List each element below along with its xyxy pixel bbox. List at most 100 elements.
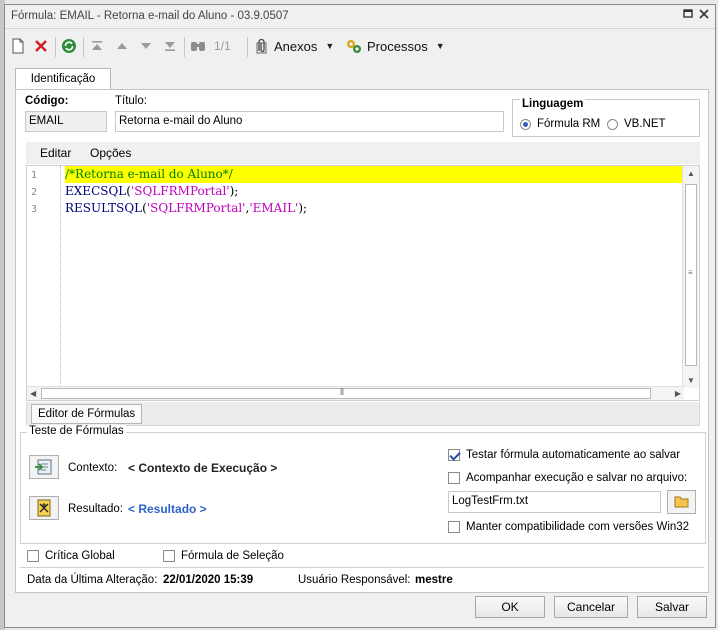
compat-win32-label: Manter compatibilidade com versões Win32	[466, 521, 690, 533]
code-string: 'EMAIL'	[249, 201, 299, 215]
calculator-icon	[37, 499, 51, 517]
formula-test-group: Teste de Fórmulas Contexto: < Contexto d…	[20, 425, 706, 544]
processes-label: Processos	[367, 38, 428, 54]
line-number: 3	[31, 204, 38, 215]
checkbox-icon	[27, 550, 39, 562]
code-function: EXECSQL	[65, 184, 127, 198]
tab-formula-editor[interactable]: Editor de Fórmulas	[31, 404, 143, 424]
scroll-right-icon[interactable]: ▶	[675, 389, 681, 398]
grip-icon: ≡	[688, 268, 693, 277]
attachment-icon	[256, 38, 267, 54]
auto-test-checkbox[interactable]: Testar fórmula automaticamente ao salvar	[448, 449, 680, 461]
search-icon[interactable]	[190, 37, 206, 55]
line-number: 1	[31, 170, 38, 181]
auto-test-label: Testar fórmula automaticamente ao salvar	[466, 449, 681, 461]
result-label: Resultado:	[68, 503, 123, 515]
line-number-gutter: 1 2 3	[27, 166, 61, 388]
code-line-1: /*Retorna e-mail do Aluno*/	[65, 166, 683, 183]
selection-formula-checkbox[interactable]: Fórmula de Seleção	[163, 550, 284, 562]
context-label: Contexto:	[68, 462, 118, 474]
processes-menu[interactable]: Processos ▼	[345, 37, 445, 55]
radio-formula-rm-label: Fórmula RM	[537, 118, 601, 130]
context-link[interactable]: < Contexto de Execução >	[128, 461, 277, 475]
title-label: Título:	[115, 95, 147, 107]
new-document-icon[interactable]	[11, 37, 25, 55]
result-link[interactable]: < Resultado >	[128, 502, 207, 516]
toolbar-separator	[55, 37, 56, 57]
compat-win32-checkbox[interactable]: Manter compatibilidade com versões Win32	[448, 521, 689, 533]
close-icon[interactable]	[697, 9, 711, 23]
code-function: RESULTSQL	[65, 201, 143, 215]
code-editor[interactable]: 1 2 3 /*Retorna e-mail do Aluno*/ EXECSQ…	[26, 165, 700, 401]
identification-panel: Código: EMAIL Título: Retorna e-mail do …	[15, 89, 709, 593]
critical-global-checkbox[interactable]: Crítica Global	[27, 550, 115, 562]
save-button[interactable]: Salvar	[637, 596, 707, 618]
formula-dialog: Fórmula: EMAIL - Retorna e-mail do Aluno…	[4, 4, 716, 628]
menu-options[interactable]: Opções	[90, 146, 131, 160]
critical-global-label: Crítica Global	[45, 550, 115, 562]
toolbar-separator	[83, 37, 84, 57]
toolbar-separator	[247, 37, 248, 57]
next-record-icon[interactable]	[140, 37, 152, 55]
code-punct: );	[298, 201, 308, 215]
code-line-2: EXECSQL('SQLFRMPortal');	[65, 183, 238, 200]
context-button[interactable]	[29, 455, 59, 479]
horizontal-scroll-thumb[interactable]: ⦀	[41, 387, 651, 399]
radio-icon	[520, 118, 531, 130]
checkbox-icon	[448, 472, 460, 484]
last-change-value: 22/01/2020 15:39	[163, 574, 254, 586]
menu-edit[interactable]: Editar	[40, 146, 71, 160]
language-label: Linguagem	[520, 98, 586, 110]
editor-tab-strip: Editor de Fórmulas	[26, 402, 700, 426]
code-punct: );	[229, 184, 239, 198]
checkbox-icon	[163, 550, 175, 562]
radio-formula-rm[interactable]: Fórmula RM	[520, 118, 600, 130]
context-icon	[35, 459, 52, 475]
radio-vbnet-label: VB.NET	[624, 118, 666, 130]
previous-record-icon[interactable]	[116, 37, 128, 55]
toolbar: 1/1 Anexos ▼ Processos ▼	[5, 31, 715, 61]
follow-execution-label: Acompanhar execução e salvar no arquivo:	[466, 472, 688, 484]
window-title: Fórmula: EMAIL - Retorna e-mail do Aluno…	[11, 10, 289, 22]
horizontal-scrollbar[interactable]: ◀ ⦀ ▶	[27, 386, 684, 400]
code-comment: /*Retorna e-mail do Aluno*/	[65, 167, 233, 181]
delete-icon[interactable]	[34, 37, 48, 55]
cancel-button[interactable]: Cancelar	[554, 596, 628, 618]
tab-strip: Identificação	[15, 68, 709, 90]
title-field[interactable]: Retorna e-mail do Aluno	[115, 111, 504, 132]
maximize-icon[interactable]	[681, 9, 695, 23]
first-record-icon[interactable]	[91, 37, 103, 55]
vertical-scroll-thumb[interactable]: ≡	[685, 184, 697, 366]
responsible-user-value: mestre	[415, 574, 453, 586]
checkbox-icon	[448, 521, 460, 533]
refresh-icon[interactable]	[61, 37, 77, 55]
follow-execution-checkbox[interactable]: Acompanhar execução e salvar no arquivo:	[448, 472, 687, 484]
radio-vbnet[interactable]: VB.NET	[607, 118, 666, 130]
editor-menubar: Editar Opções	[26, 142, 700, 164]
last-record-icon[interactable]	[164, 37, 176, 55]
selection-formula-label: Fórmula de Seleção	[181, 550, 284, 562]
record-counter: 1/1	[214, 39, 231, 53]
scroll-down-icon[interactable]: ▼	[687, 376, 695, 385]
grip-icon: ⦀	[340, 387, 344, 397]
divider	[20, 567, 704, 568]
checkbox-checked-icon	[448, 449, 460, 461]
annexes-menu[interactable]: Anexos ▼	[254, 37, 334, 55]
code-string: 'SQLFRMPortal'	[130, 184, 230, 198]
radio-icon	[607, 118, 618, 130]
ok-button[interactable]: OK	[475, 596, 545, 618]
formula-test-legend: Teste de Fórmulas	[27, 425, 126, 437]
last-change-label: Data da Última Alteração:	[27, 574, 158, 586]
code-field[interactable]: EMAIL	[25, 111, 107, 132]
log-file-field[interactable]: LogTestFrm.txt	[448, 491, 661, 513]
tab-identification[interactable]: Identificação	[15, 68, 111, 90]
folder-icon	[674, 496, 689, 508]
scroll-left-icon[interactable]: ◀	[30, 389, 36, 398]
vertical-scrollbar[interactable]: ▲ ≡ ▼	[682, 166, 699, 388]
result-button[interactable]	[29, 496, 59, 520]
title-bar: Fórmula: EMAIL - Retorna e-mail do Aluno…	[5, 5, 715, 29]
browse-file-button[interactable]	[667, 490, 696, 514]
scroll-up-icon[interactable]: ▲	[687, 169, 695, 178]
annexes-label: Anexos	[274, 38, 318, 54]
toolbar-separator	[184, 37, 185, 57]
